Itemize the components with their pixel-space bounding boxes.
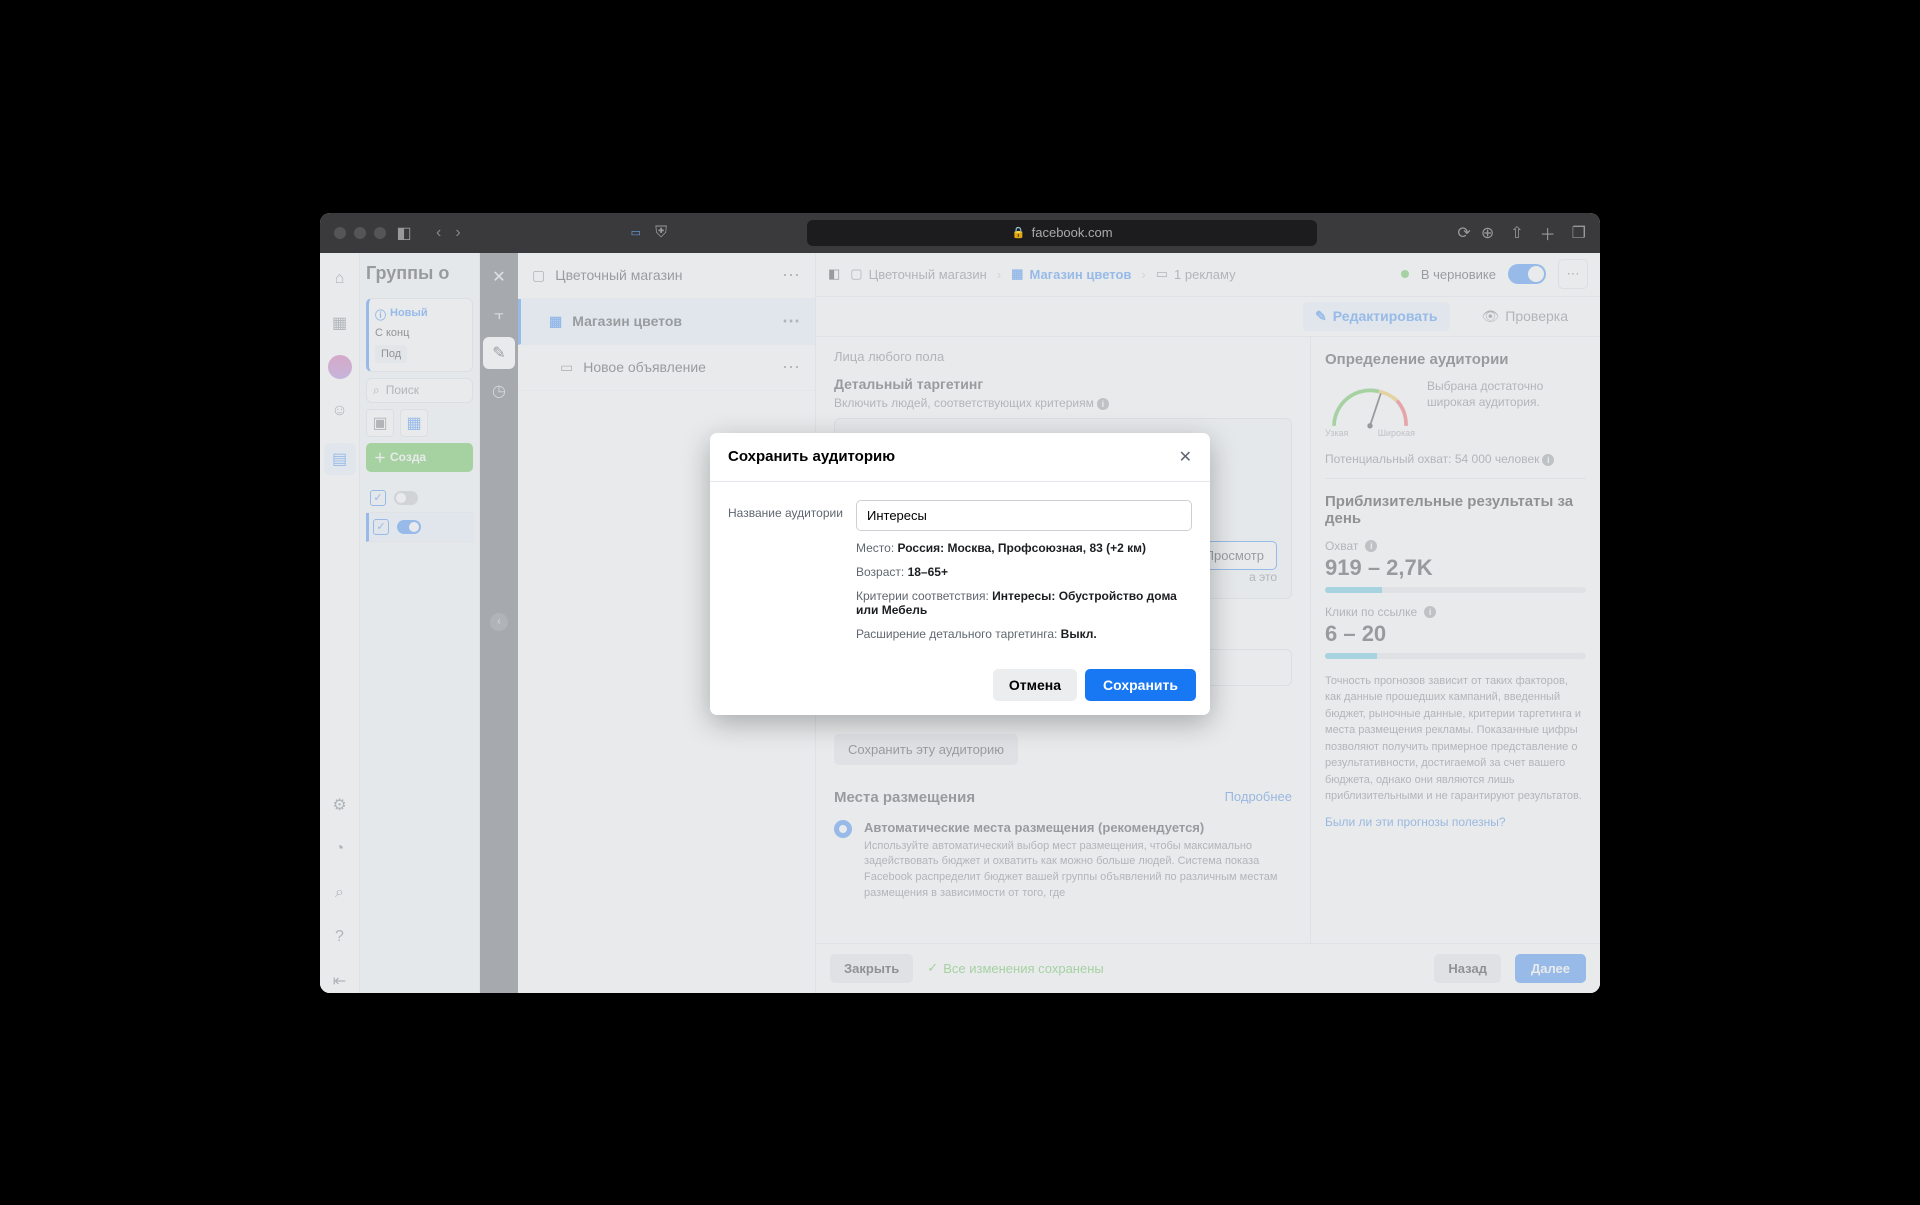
expansion-value: Выкл.	[1061, 627, 1097, 641]
loc-label: Место:	[856, 541, 894, 555]
reload-icon[interactable]: ⟳	[1457, 223, 1470, 243]
criteria-label: Критерии соответствия:	[856, 589, 989, 603]
age-label: Возраст:	[856, 565, 904, 579]
cancel-button[interactable]: Отмена	[993, 669, 1077, 701]
browser-toolbar: ◧ ‹ › ▭ ⛨ 🔒 facebook.com ⟳ ⊕ ⇧ ＋ ❐	[320, 213, 1600, 253]
sidebar-icon[interactable]: ◧	[396, 225, 412, 241]
lock-icon: 🔒	[1012, 226, 1026, 239]
loc-value: Россия: Москва, Профсоюзная, 83 (+2 км)	[898, 541, 1147, 555]
shield-icon[interactable]: ⛨	[655, 224, 667, 242]
back-icon[interactable]: ‹	[436, 224, 441, 242]
close-icon[interactable]: ✕	[1179, 447, 1192, 467]
age-value: 18–65+	[908, 565, 948, 579]
traffic-lights[interactable]	[334, 227, 386, 239]
tabs-icon[interactable]: ❐	[1572, 223, 1586, 243]
audience-name-input[interactable]	[856, 500, 1192, 531]
save-button[interactable]: Сохранить	[1085, 669, 1196, 701]
audience-name-label: Название аудитории	[728, 500, 846, 641]
url-text: facebook.com	[1032, 225, 1113, 240]
forward-icon[interactable]: ›	[455, 224, 460, 242]
share-icon[interactable]: ⇧	[1510, 223, 1523, 243]
new-tab-icon[interactable]: ＋	[1540, 221, 1556, 245]
url-bar[interactable]: 🔒 facebook.com	[807, 220, 1317, 246]
download-icon[interactable]: ⊕	[1481, 223, 1494, 243]
modal-title: Сохранить аудиторию	[728, 448, 895, 465]
tracking-icon[interactable]: ▭	[631, 226, 641, 239]
save-audience-modal: Сохранить аудиторию ✕ Название аудитории…	[710, 433, 1210, 715]
expansion-label: Расширение детального таргетинга:	[856, 627, 1057, 641]
